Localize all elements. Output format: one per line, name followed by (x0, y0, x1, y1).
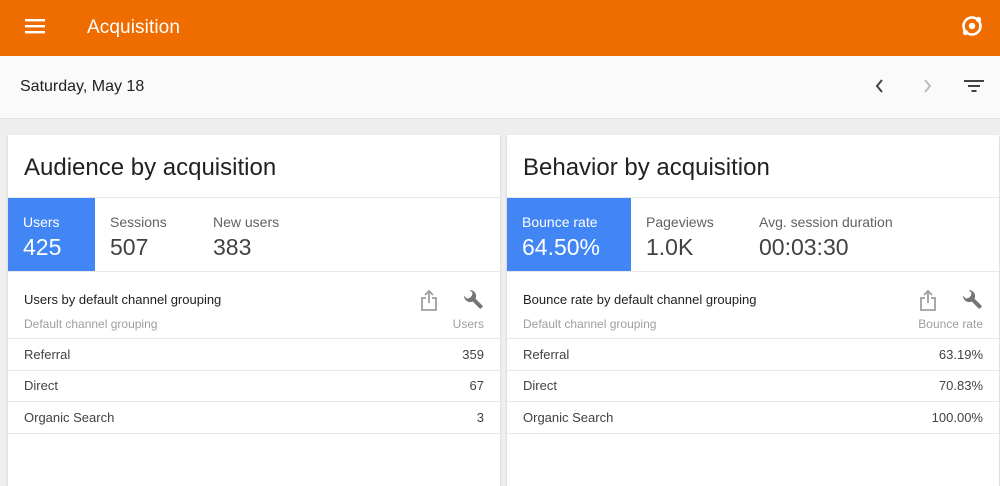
metric-label: Avg. session duration (759, 214, 893, 230)
metric-label: New users (213, 214, 280, 230)
metric-label: Sessions (110, 214, 167, 230)
metric-tab-bounce-rate[interactable]: Bounce rate 64.50% (507, 198, 631, 271)
row-label: Direct (523, 378, 557, 394)
metric-value: 425 (23, 234, 62, 260)
customize-button[interactable] (959, 288, 987, 316)
table-row[interactable]: Organic Search 3 (8, 402, 500, 434)
row-label: Referral (24, 346, 71, 362)
metric-column-label: Users (452, 317, 484, 331)
metric-value: 00:03:30 (759, 234, 849, 260)
metric-value: 383 (213, 234, 252, 260)
metric-column-label: Bounce rate (918, 317, 983, 331)
metric-label: Pageviews (646, 214, 714, 230)
dimension-label: Default channel grouping (523, 317, 657, 331)
chevron-right-icon (921, 78, 933, 99)
metric-tab-pageviews[interactable]: Pageviews 1.0K (631, 198, 744, 271)
row-value: 63.19% (938, 346, 983, 362)
table-title: Users by default channel grouping (24, 292, 222, 307)
date-selector[interactable]: Saturday, May 18 (20, 78, 144, 96)
customize-button[interactable] (460, 288, 488, 316)
filter-icon (964, 79, 984, 98)
table-row[interactable]: Direct 70.83% (507, 371, 999, 402)
metric-label: Bounce rate (522, 214, 598, 230)
row-value: 70.83% (938, 378, 983, 394)
metric-value: 507 (110, 234, 149, 260)
row-label: Organic Search (523, 409, 614, 425)
row-value: 100.00% (931, 409, 983, 425)
row-value: 359 (462, 346, 484, 362)
metric-tabs: Bounce rate 64.50% Pageviews 1.0K Avg. s… (507, 198, 999, 272)
share-icon (420, 289, 438, 317)
share-button[interactable] (416, 289, 442, 317)
metric-value: 64.50% (522, 234, 601, 260)
account-switcher-button[interactable] (952, 8, 992, 48)
table-header: Bounce rate by default channel grouping … (507, 272, 999, 339)
metric-tab-new-users[interactable]: New users 383 (198, 198, 308, 271)
previous-date-button[interactable] (860, 68, 900, 108)
audience-card: Audience by acquisition Users 425 Sessio… (8, 135, 500, 486)
app-bar: Acquisition (0, 0, 1000, 56)
page-title: Acquisition (87, 17, 180, 38)
row-value: 3 (476, 409, 484, 425)
menu-icon (25, 18, 45, 39)
share-icon (919, 289, 937, 317)
chevron-left-icon (874, 78, 886, 99)
table-row[interactable]: Referral 359 (8, 339, 500, 371)
row-value: 67 (469, 378, 484, 394)
metric-value: 1.0K (646, 234, 694, 260)
metric-label: Users (23, 214, 60, 230)
table-row[interactable]: Direct 67 (8, 371, 500, 402)
card-title: Behavior by acquisition (507, 135, 999, 198)
menu-button[interactable] (0, 0, 70, 56)
metric-tab-sessions[interactable]: Sessions 507 (95, 198, 198, 271)
date-bar: Saturday, May 18 (0, 56, 1000, 119)
account-switcher-icon (961, 15, 983, 42)
table-row[interactable]: Organic Search 100.00% (507, 402, 999, 434)
filter-button[interactable] (954, 68, 994, 108)
table-header: Users by default channel grouping Defaul… (8, 272, 500, 339)
dimension-label: Default channel grouping (24, 317, 158, 331)
table-row[interactable]: Referral 63.19% (507, 339, 999, 371)
next-date-button[interactable] (907, 68, 947, 108)
wrench-icon (961, 288, 985, 317)
metric-tab-users[interactable]: Users 425 (8, 198, 95, 271)
row-label: Referral (523, 346, 570, 362)
metric-tabs: Users 425 Sessions 507 New users 383 (8, 198, 500, 272)
wrench-icon (462, 288, 486, 317)
card-title: Audience by acquisition (8, 135, 500, 198)
row-label: Organic Search (24, 409, 115, 425)
behavior-card: Behavior by acquisition Bounce rate 64.5… (507, 135, 999, 486)
metric-tab-avg-session-duration[interactable]: Avg. session duration 00:03:30 (744, 198, 914, 271)
row-label: Direct (24, 378, 58, 394)
share-button[interactable] (915, 289, 941, 317)
table-title: Bounce rate by default channel grouping (523, 292, 757, 307)
